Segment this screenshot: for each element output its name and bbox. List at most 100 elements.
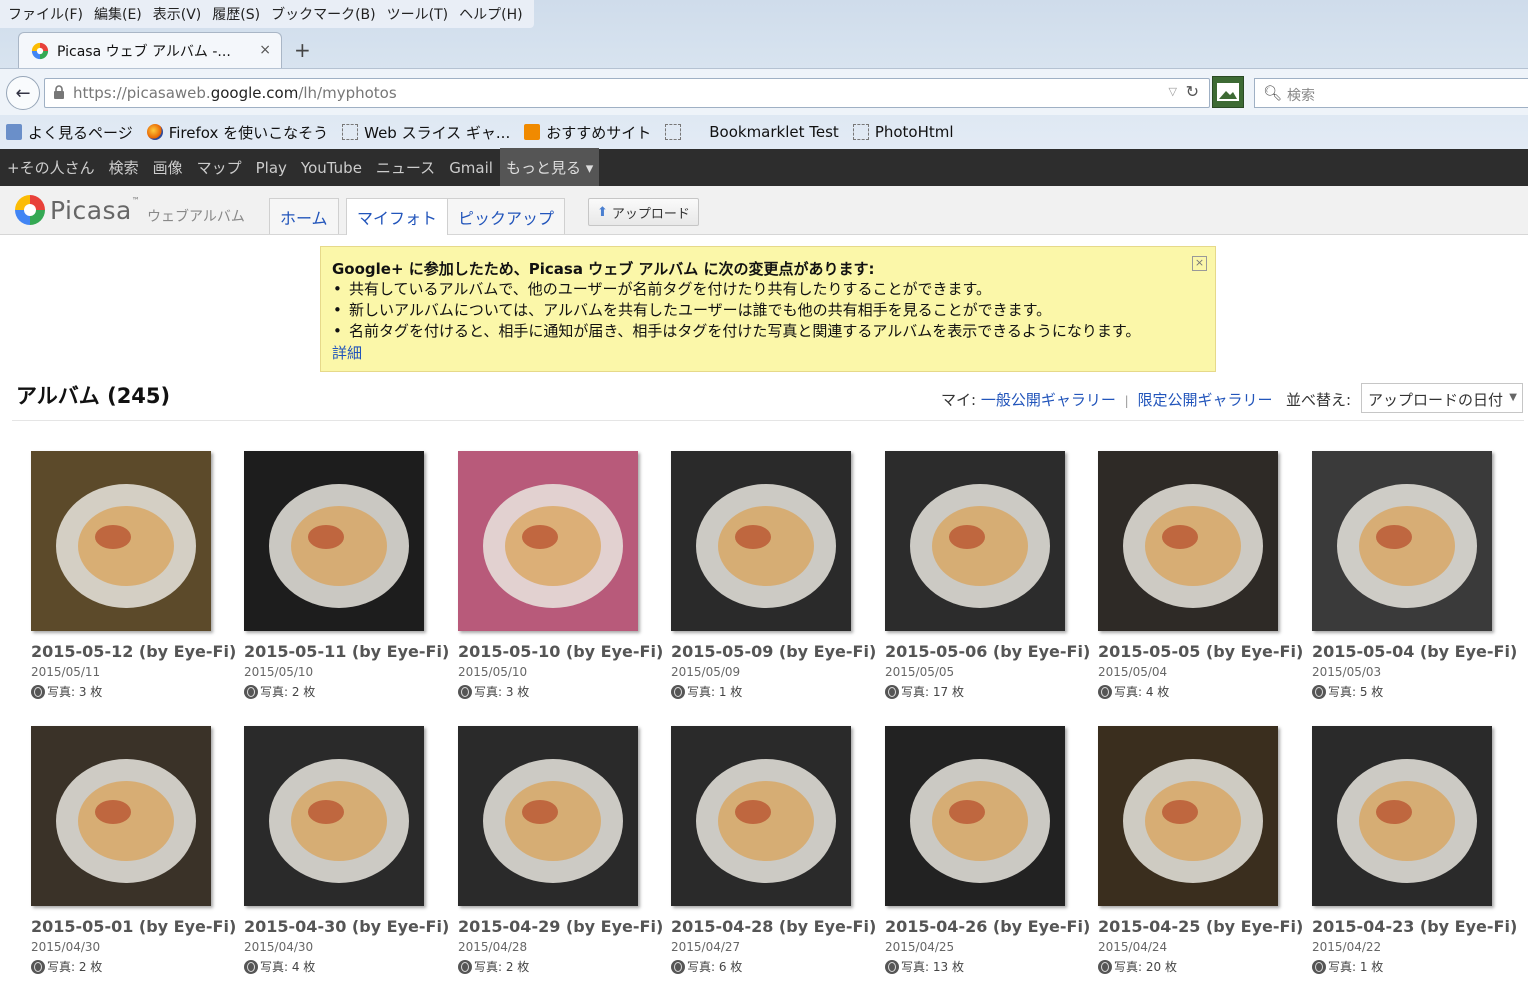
album-card[interactable]: 2015-05-10 (by Eye-Fi) 2015/05/10 写真: 3 枚	[458, 451, 663, 700]
search-bar[interactable]: 🔍︎ 検索	[1254, 78, 1528, 108]
notice-close-icon[interactable]: ×	[1192, 256, 1207, 271]
album-card[interactable]: 2015-05-09 (by Eye-Fi) 2015/05/09 写真: 1 枚	[671, 451, 876, 700]
album-title[interactable]: 2015-05-10 (by Eye-Fi)	[458, 642, 663, 661]
album-thumbnail[interactable]	[671, 726, 851, 906]
extension-button[interactable]	[1212, 76, 1244, 108]
bookmark-recommended[interactable]: おすすめサイト	[524, 122, 651, 143]
album-title[interactable]: 2015-05-01 (by Eye-Fi)	[31, 917, 236, 936]
gbar-play[interactable]: Play	[256, 159, 287, 177]
url-bar[interactable]: https://picasaweb.google.com/lh/myphotos…	[44, 78, 1210, 108]
notice-title: Google+ に参加したため、Picasa ウェブ アルバム に次の変更点があ…	[332, 260, 875, 278]
tab-my-photos[interactable]: マイフォト	[346, 198, 449, 235]
album-thumbnail[interactable]	[1098, 451, 1278, 631]
gbar-youtube[interactable]: YouTube	[301, 159, 362, 177]
album-thumbnail[interactable]	[458, 451, 638, 631]
search-placeholder: 検索	[1287, 88, 1315, 104]
bookmark-most-visited[interactable]: よく見るページ	[6, 122, 133, 143]
lock-icon	[54, 85, 64, 99]
gbar-maps[interactable]: マップ	[197, 157, 242, 178]
album-thumbnail[interactable]	[1312, 451, 1492, 631]
album-card[interactable]: 2015-04-29 (by Eye-Fi) 2015/04/28 写真: 2 枚	[458, 726, 663, 975]
album-thumbnail[interactable]	[885, 451, 1065, 631]
album-date: 2015/04/30	[244, 940, 314, 954]
album-card[interactable]: 2015-05-12 (by Eye-Fi) 2015/05/11 写真: 3 枚	[31, 451, 236, 700]
album-thumbnail[interactable]	[671, 451, 851, 631]
album-thumbnail[interactable]	[244, 726, 424, 906]
bookmark-photohtml[interactable]: PhotoHtml	[852, 123, 954, 141]
album-card[interactable]: 2015-05-11 (by Eye-Fi) 2015/05/10 写真: 2 枚	[244, 451, 449, 700]
gbar-search[interactable]: 検索	[109, 157, 139, 178]
album-title[interactable]: 2015-05-06 (by Eye-Fi)	[885, 642, 1090, 661]
album-thumbnail[interactable]	[244, 451, 424, 631]
tab-home[interactable]: ホーム	[269, 198, 339, 234]
tab-close-icon[interactable]: ×	[259, 42, 271, 58]
browser-tab-picasa[interactable]: Picasa ウェブ アルバム -... ×	[18, 32, 282, 69]
gbar-images[interactable]: 画像	[153, 157, 183, 178]
back-button[interactable]: ←	[6, 76, 40, 110]
album-card[interactable]: 2015-04-23 (by Eye-Fi) 2015/04/22 写真: 1 枚	[1312, 726, 1517, 975]
album-title[interactable]: 2015-04-26 (by Eye-Fi)	[885, 917, 1090, 936]
menu-help[interactable]: ヘルプ(H)	[459, 4, 522, 24]
tab-featured[interactable]: ピックアップ	[447, 198, 566, 234]
album-title[interactable]: 2015-04-30 (by Eye-Fi)	[244, 917, 449, 936]
menu-view[interactable]: 表示(V)	[153, 4, 202, 24]
globe-icon	[458, 684, 472, 699]
album-title[interactable]: 2015-05-12 (by Eye-Fi)	[31, 642, 236, 661]
bookmark-firefox[interactable]: Firefox を使いこなそう	[146, 122, 328, 143]
bookmark-web-slice[interactable]: Web スライス ギャ...	[342, 122, 510, 143]
album-card[interactable]: 2015-04-25 (by Eye-Fi) 2015/04/24 写真: 20 枚	[1098, 726, 1303, 975]
upload-button[interactable]: ⬆ アップロード	[588, 198, 699, 226]
album-title[interactable]: 2015-05-11 (by Eye-Fi)	[244, 642, 449, 661]
gbar-gmail[interactable]: Gmail	[449, 159, 493, 177]
album-card[interactable]: 2015-05-06 (by Eye-Fi) 2015/05/05 写真: 17 枚	[885, 451, 1090, 700]
album-title[interactable]: 2015-04-28 (by Eye-Fi)	[671, 917, 876, 936]
album-photo	[671, 726, 851, 906]
menu-file[interactable]: ファイル(F)	[8, 4, 83, 24]
album-photo	[885, 726, 1065, 906]
album-card[interactable]: 2015-05-04 (by Eye-Fi) 2015/05/03 写真: 5 枚	[1312, 451, 1517, 700]
new-tab-button[interactable]: +	[294, 38, 311, 62]
menu-edit[interactable]: 編集(E)	[94, 4, 142, 24]
globe-icon	[244, 684, 258, 699]
bookmark-bookmarklet-test[interactable]: Bookmarklet Test	[665, 123, 839, 141]
album-card[interactable]: 2015-05-01 (by Eye-Fi) 2015/04/30 写真: 2 枚	[31, 726, 236, 975]
album-date: 2015/04/24	[1098, 940, 1168, 954]
album-title[interactable]: 2015-05-09 (by Eye-Fi)	[671, 642, 876, 661]
sort-select[interactable]: アップロードの日付 ▼	[1361, 383, 1523, 413]
album-title[interactable]: 2015-05-05 (by Eye-Fi)	[1098, 642, 1303, 661]
menu-history[interactable]: 履歴(S)	[212, 4, 260, 24]
globe-icon	[31, 684, 45, 699]
picasa-wordmark[interactable]: Picasa™	[50, 196, 140, 225]
album-date: 2015/04/28	[458, 940, 528, 954]
album-photo	[1312, 451, 1492, 631]
album-title[interactable]: 2015-05-04 (by Eye-Fi)	[1312, 642, 1517, 661]
album-thumbnail[interactable]	[31, 451, 211, 631]
menu-bookmarks[interactable]: ブックマーク(B)	[271, 4, 376, 24]
public-gallery-link[interactable]: 一般公開ギャラリー	[981, 391, 1116, 409]
gbar-plus[interactable]: +その人さん	[7, 157, 95, 178]
gbar-news[interactable]: ニュース	[376, 157, 435, 178]
album-title[interactable]: 2015-04-23 (by Eye-Fi)	[1312, 917, 1517, 936]
google-bar: +その人さん 検索 画像 マップ Play YouTube ニュース Gmail…	[0, 148, 1528, 187]
gbar-more[interactable]: もっと見る ▾	[499, 148, 600, 187]
album-thumbnail[interactable]	[885, 726, 1065, 906]
notice-list: 共有しているアルバムで、他のユーザーが名前タグを付けたり共有したりすることができ…	[329, 279, 1140, 342]
album-thumbnail[interactable]	[1098, 726, 1278, 906]
album-card[interactable]: 2015-05-05 (by Eye-Fi) 2015/05/04 写真: 4 枚	[1098, 451, 1303, 700]
limited-gallery-link[interactable]: 限定公開ギャラリー	[1137, 391, 1272, 409]
menu-tools[interactable]: ツール(T)	[387, 4, 448, 24]
album-date: 2015/04/30	[31, 940, 101, 954]
album-card[interactable]: 2015-04-26 (by Eye-Fi) 2015/04/25 写真: 13 枚	[885, 726, 1090, 975]
reload-icon[interactable]: ↻	[1186, 82, 1199, 101]
album-card[interactable]: 2015-04-30 (by Eye-Fi) 2015/04/30 写真: 4 枚	[244, 726, 449, 975]
album-title[interactable]: 2015-04-29 (by Eye-Fi)	[458, 917, 663, 936]
album-thumbnail[interactable]	[31, 726, 211, 906]
notice-details-link[interactable]: 詳細	[332, 342, 362, 363]
url-dropdown-icon[interactable]: ▽	[1169, 85, 1177, 98]
globe-icon	[1098, 684, 1112, 699]
album-thumbnail[interactable]	[458, 726, 638, 906]
album-title[interactable]: 2015-04-25 (by Eye-Fi)	[1098, 917, 1303, 936]
album-thumbnail[interactable]	[1312, 726, 1492, 906]
album-card[interactable]: 2015-04-28 (by Eye-Fi) 2015/04/27 写真: 6 枚	[671, 726, 876, 975]
album-date: 2015/05/09	[671, 665, 741, 679]
